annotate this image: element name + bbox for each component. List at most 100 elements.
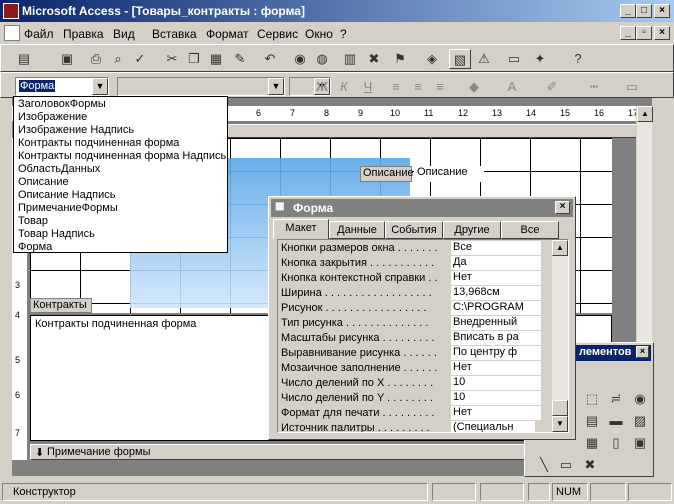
- field-list-icon[interactable]: ▥: [339, 49, 361, 69]
- list-item[interactable]: ЗаголовокФормы: [18, 98, 106, 110]
- access-app-icon[interactable]: [3, 3, 19, 19]
- option-group-icon[interactable]: ⬚: [581, 389, 603, 409]
- property-row[interactable]: Кнопки размеров окна . . . . . . . Все: [277, 241, 541, 256]
- list-box-icon[interactable]: ▤: [581, 411, 603, 431]
- save-icon[interactable]: ▣: [56, 49, 78, 69]
- scroll-up-icon[interactable]: ▲: [637, 106, 653, 122]
- property-row[interactable]: Кнопка закрытия . . . . . . . . . . . Да: [277, 256, 541, 271]
- list-item[interactable]: Изображение Надпись: [18, 124, 134, 136]
- font-combo[interactable]: ▼: [117, 77, 285, 96]
- list-item[interactable]: Товар: [18, 215, 48, 227]
- property-sheet-window[interactable]: ▦ Форма × Макет Данные События Другие Вс…: [268, 196, 576, 440]
- web-toolbar-icon[interactable]: ◍: [311, 49, 333, 69]
- italic-button[interactable]: К: [333, 77, 355, 97]
- menu-file[interactable]: Файл: [24, 27, 54, 41]
- maximize-icon[interactable]: □: [636, 4, 652, 18]
- tab-control-icon[interactable]: ▣: [629, 433, 651, 453]
- command-button-icon[interactable]: ▬: [605, 411, 627, 431]
- line-icon[interactable]: ╲: [533, 455, 555, 475]
- menu-tools[interactable]: Сервис: [257, 27, 298, 41]
- list-item[interactable]: ОбластьДанных: [18, 163, 100, 175]
- doc-close-icon[interactable]: ×: [654, 26, 670, 40]
- property-value[interactable]: Нет: [451, 361, 541, 376]
- paste-icon[interactable]: ▦: [205, 49, 227, 69]
- option-button-icon[interactable]: ◉: [629, 389, 651, 409]
- toolbox-icon[interactable]: ✖: [363, 49, 385, 69]
- property-value[interactable]: (Специальн: [451, 421, 535, 432]
- property-row[interactable]: Формат для печати . . . . . . . . . Нет: [277, 406, 541, 421]
- list-item[interactable]: Контракты подчиненная форма: [18, 137, 179, 149]
- tab-other[interactable]: Другие: [443, 221, 501, 239]
- print-preview-icon[interactable]: ⌕: [107, 49, 129, 69]
- property-row[interactable]: Рисунок . . . . . . . . . . . . . . . . …: [277, 301, 541, 316]
- menu-view[interactable]: Вид: [113, 27, 135, 41]
- list-item[interactable]: Описание Надпись: [18, 189, 115, 201]
- page-break-icon[interactable]: ▯: [605, 433, 627, 453]
- property-value[interactable]: По центру ф: [451, 346, 541, 361]
- list-item[interactable]: Товар Надпись: [18, 228, 95, 240]
- list-item[interactable]: Форма: [18, 241, 52, 253]
- property-value[interactable]: Внедренный: [451, 316, 541, 331]
- align-right-icon[interactable]: ≡: [429, 77, 451, 97]
- toolbox-close-icon[interactable]: ×: [636, 346, 649, 358]
- list-item[interactable]: Описание: [18, 176, 69, 188]
- bound-frame-icon[interactable]: ▦: [581, 433, 603, 453]
- list-item[interactable]: Контракты подчиненная форма Надпись: [18, 150, 226, 162]
- view-icon[interactable]: ▤: [13, 49, 35, 69]
- cut-icon[interactable]: ✂: [161, 49, 183, 69]
- menu-insert[interactable]: Вставка: [152, 27, 197, 41]
- copy-icon[interactable]: ❐: [183, 49, 205, 69]
- spelling-icon[interactable]: ✓: [129, 49, 151, 69]
- property-row[interactable]: Кнопка контекстной справки . . Нет: [277, 271, 541, 286]
- tab-data[interactable]: Данные: [329, 221, 385, 239]
- doc-restore-icon[interactable]: ▫: [636, 26, 652, 40]
- object-combo[interactable]: Форма ▼: [15, 77, 109, 96]
- tab-events[interactable]: События: [385, 221, 443, 239]
- object-dropdown-list[interactable]: ЗаголовокФормы Изображение Изображение Н…: [13, 96, 228, 253]
- property-value[interactable]: Нет: [451, 271, 541, 286]
- scroll-down-icon[interactable]: ▼: [552, 416, 568, 432]
- code-icon[interactable]: ◈: [421, 49, 443, 69]
- new-object-icon[interactable]: ✦: [529, 49, 551, 69]
- chevron-down-icon[interactable]: ▼: [92, 78, 108, 95]
- list-item[interactable]: ПримечаниеФормы: [18, 202, 118, 214]
- database-window-icon[interactable]: ▭: [503, 49, 525, 69]
- align-center-icon[interactable]: ≡: [407, 77, 429, 97]
- scroll-up-icon[interactable]: ▲: [552, 240, 568, 256]
- property-value[interactable]: 10: [451, 391, 541, 406]
- minimize-icon[interactable]: _: [620, 4, 636, 18]
- more-controls-icon[interactable]: ✖: [579, 455, 601, 475]
- property-sheet-close-icon[interactable]: ×: [555, 201, 570, 214]
- property-value[interactable]: 10: [451, 376, 541, 391]
- property-value[interactable]: 13,968см: [451, 286, 541, 301]
- hyperlink-icon[interactable]: ◉: [289, 49, 311, 69]
- autoformat-icon[interactable]: ⚑: [389, 49, 411, 69]
- property-value[interactable]: Вписать в ра: [451, 331, 541, 346]
- scroll-thumb[interactable]: [552, 400, 568, 416]
- property-row[interactable]: Тип рисунка . . . . . . . . . . . . . . В…: [277, 316, 541, 331]
- property-value[interactable]: Все: [451, 241, 541, 256]
- kontrakty-label[interactable]: Контракты: [30, 298, 92, 313]
- form-footer-section-bar[interactable]: ⬇ Примечание формы: [30, 444, 530, 460]
- property-row[interactable]: Ширина . . . . . . . . . . . . . . . . .…: [277, 286, 541, 301]
- align-left-icon[interactable]: ≡: [385, 77, 407, 97]
- property-row[interactable]: Масштабы рисунка . . . . . . . . . Вписат…: [277, 331, 541, 346]
- menu-window[interactable]: Окно: [305, 27, 333, 41]
- property-sheet-titlebar[interactable]: ▦ Форма ×: [271, 199, 573, 217]
- toggle-button-icon[interactable]: ≓: [605, 389, 627, 409]
- rectangle-icon[interactable]: ▭: [555, 455, 577, 475]
- property-value[interactable]: Да: [451, 256, 541, 271]
- build-icon[interactable]: ⚠: [473, 49, 495, 69]
- help-icon[interactable]: ?: [567, 49, 589, 69]
- chevron-down-icon[interactable]: ▼: [268, 78, 284, 95]
- image-icon[interactable]: ▨: [629, 411, 651, 431]
- line-width-icon[interactable]: ┅: [583, 77, 605, 97]
- underline-button[interactable]: Ч: [357, 77, 379, 97]
- close-icon[interactable]: ×: [654, 4, 670, 18]
- property-row[interactable]: Число делений по Y . . . . . . . . 10: [277, 391, 541, 406]
- property-scrollbar[interactable]: ▲ ▼: [552, 240, 568, 432]
- property-value[interactable]: Нет: [451, 406, 541, 421]
- properties-icon[interactable]: ▧: [449, 49, 471, 69]
- bold-button[interactable]: Ж: [311, 77, 333, 97]
- menu-format[interactable]: Формат: [206, 27, 249, 41]
